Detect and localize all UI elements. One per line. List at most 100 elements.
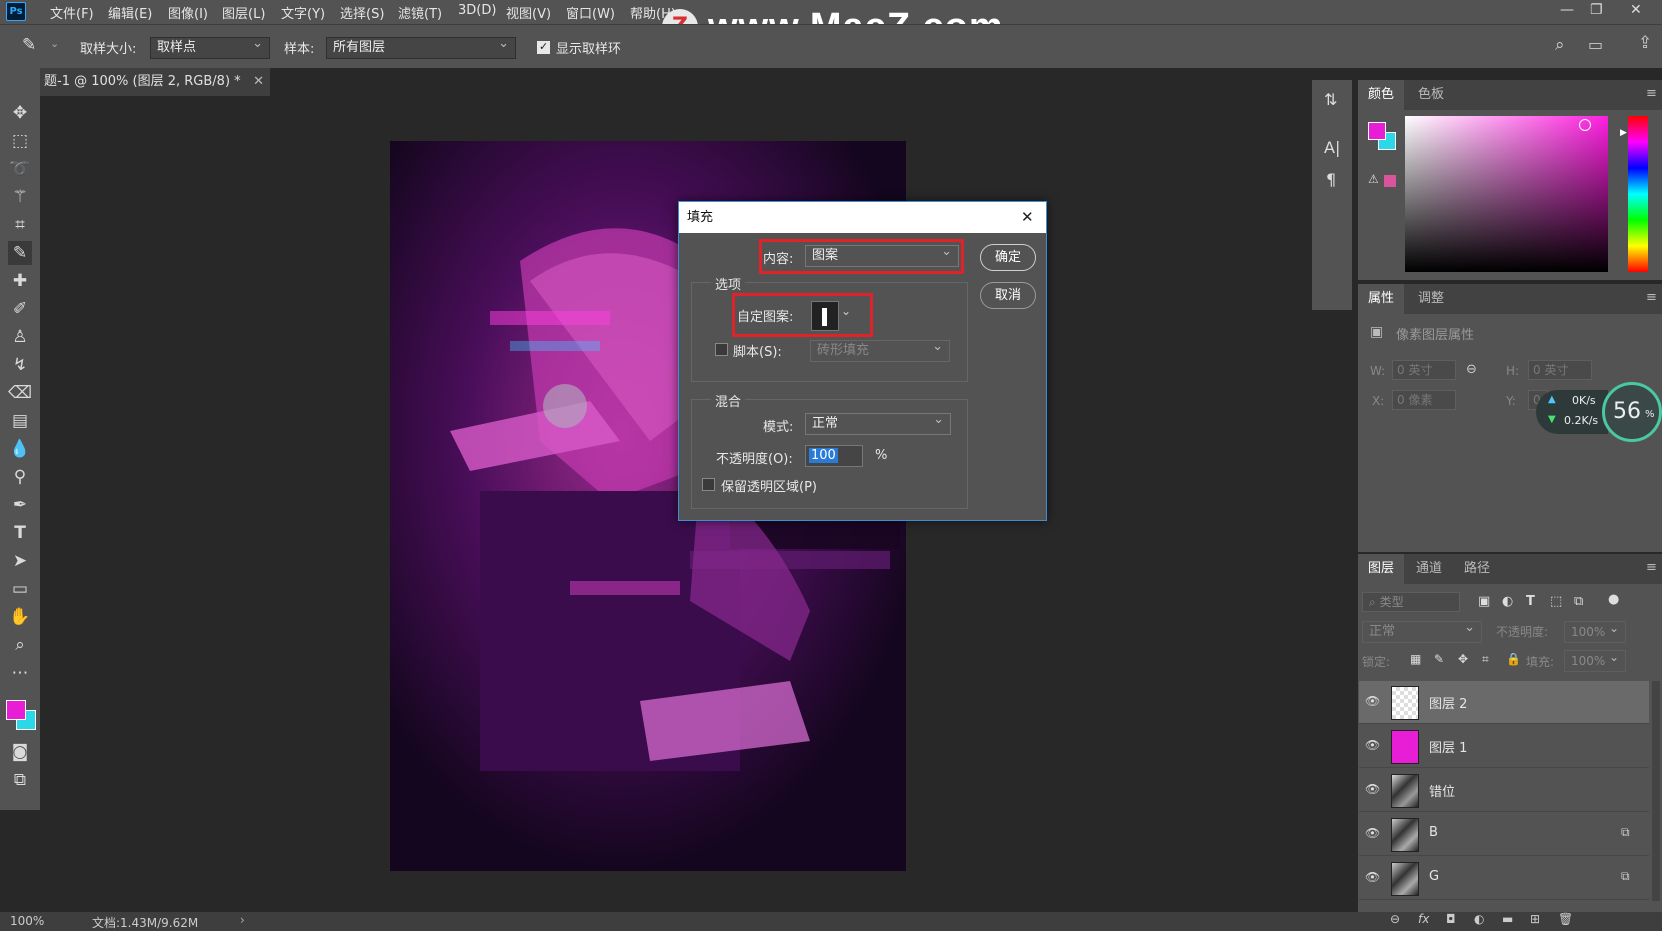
color-fg-swatch[interactable] [1368, 122, 1386, 140]
menu-type[interactable]: 文字(Y) [281, 3, 325, 22]
fx-icon[interactable]: fx [1418, 912, 1429, 926]
adjustment-layer-icon[interactable]: ◐ [1474, 912, 1484, 926]
layer-style-icon[interactable]: ⧉ [1621, 825, 1630, 840]
layers-menu-icon[interactable]: ≡ [1646, 560, 1657, 575]
close-tab-icon[interactable]: ✕ [253, 68, 264, 96]
magic-wand-tool-icon[interactable]: ⚚ [8, 185, 32, 209]
tab-properties[interactable]: 属性 [1358, 284, 1405, 314]
layers-scrollbar[interactable] [1652, 681, 1660, 901]
zoom-level[interactable]: 100% [10, 914, 44, 928]
move-tool-icon[interactable]: ✥ [8, 101, 32, 125]
sample-select[interactable]: 所有图层 [326, 35, 516, 59]
tool-preset-chevron-icon[interactable]: ⌄ [50, 37, 59, 50]
delete-layer-icon[interactable]: 🗑 [1558, 912, 1573, 926]
tab-paths[interactable]: 路径 [1454, 554, 1500, 584]
zoom-tool-icon[interactable]: ⌕ [8, 633, 32, 657]
ok-button[interactable]: 确定 [980, 244, 1036, 271]
pattern-swatch[interactable] [811, 301, 839, 331]
close-window-icon[interactable]: ✕ [1630, 2, 1642, 18]
color-field[interactable] [1405, 116, 1608, 272]
visibility-eye-icon[interactable]: 👁 [1365, 738, 1381, 752]
crop-tool-icon[interactable]: ⌗ [8, 213, 32, 237]
filter-toggle-icon[interactable]: ● [1608, 592, 1619, 607]
layer-row[interactable]: 👁 B ⧉ [1359, 813, 1649, 856]
layer-row[interactable]: 👁 图层 2 [1359, 681, 1649, 724]
screen-mode-icon[interactable]: ⧉ [8, 768, 32, 792]
hue-slider[interactable] [1628, 116, 1648, 272]
workspace-icon[interactable]: ▭ [1588, 35, 1603, 54]
fill-input[interactable]: 100% [1564, 648, 1626, 672]
menu-file[interactable]: 文件(F) [50, 3, 94, 22]
lock-position-icon[interactable]: ✥ [1458, 652, 1468, 666]
search-icon[interactable]: ⌕ [1555, 35, 1565, 55]
lock-artboard-icon[interactable]: ⌗ [1482, 652, 1489, 667]
sample-size-select[interactable]: 取样点 [150, 35, 270, 59]
layer-row[interactable]: 👁 错位 [1359, 769, 1649, 812]
new-layer-icon[interactable]: ⊞ [1530, 912, 1540, 926]
dodge-tool-icon[interactable]: ⚲ [8, 465, 32, 489]
foreground-color-swatch-top[interactable] [6, 700, 26, 720]
character-panel-icon[interactable]: A| [1324, 138, 1340, 157]
link-layers-icon[interactable]: ⊖ [1390, 912, 1400, 926]
preserve-transparency-checkbox[interactable] [702, 478, 715, 491]
lock-image-icon[interactable]: ✎ [1434, 652, 1444, 666]
quick-mask-icon[interactable]: ◙ [8, 740, 32, 764]
restore-icon[interactable]: ❐ [1590, 2, 1603, 18]
content-select[interactable]: 图案 [805, 243, 959, 267]
menu-edit[interactable]: 编辑(E) [108, 3, 152, 22]
layer-row[interactable]: 👁 G ⧉ [1359, 857, 1649, 900]
filter-smart-object-icon[interactable]: ⧉ [1574, 594, 1583, 609]
show-ring-checkbox[interactable] [537, 40, 550, 54]
w-input[interactable]: 0 英寸 [1392, 360, 1456, 380]
tab-channels[interactable]: 通道 [1406, 554, 1452, 584]
stamp-tool-icon[interactable]: ♙ [8, 325, 32, 349]
menu-view[interactable]: 视图(V) [506, 3, 551, 22]
link-icon[interactable]: ⊖ [1466, 362, 1477, 377]
menu-image[interactable]: 图像(I) [168, 3, 208, 22]
pattern-chevron-icon[interactable]: ⌄ [841, 304, 851, 318]
layer-style-icon[interactable]: ⧉ [1621, 869, 1630, 884]
history-panel-icon[interactable]: ⇅ [1324, 90, 1337, 109]
lock-all-icon[interactable]: 🔒 [1506, 652, 1521, 666]
tab-adjustments[interactable]: 调整 [1408, 284, 1454, 314]
document-tab[interactable]: 题-1 @ 100% (图层 2, RGB/8) * ✕ [40, 68, 270, 96]
tab-color[interactable]: 颜色 [1358, 80, 1405, 110]
eraser-tool-icon[interactable]: ⌫ [8, 381, 32, 405]
filter-type-icon[interactable]: T [1526, 594, 1535, 609]
share-icon[interactable]: ⇪ [1638, 33, 1652, 53]
brush-tool-icon[interactable]: ✐ [8, 297, 32, 321]
visibility-eye-icon[interactable]: 👁 [1365, 782, 1381, 796]
eyedropper-icon[interactable]: ✎ [22, 35, 36, 55]
tab-layers[interactable]: 图层 [1358, 554, 1405, 584]
status-menu-arrow-icon[interactable]: › [240, 913, 245, 927]
type-tool-icon[interactable]: T [8, 521, 32, 545]
menu-filter[interactable]: 滤镜(T) [398, 3, 442, 22]
tab-swatches[interactable]: 色板 [1408, 80, 1454, 110]
pen-tool-icon[interactable]: ✒ [8, 493, 32, 517]
path-selection-tool-icon[interactable]: ➤ [8, 549, 32, 573]
menu-window[interactable]: 窗口(W) [566, 3, 615, 22]
hand-tool-icon[interactable]: ✋ [8, 605, 32, 629]
add-mask-icon[interactable]: ◘ [1446, 912, 1456, 926]
filter-adjustment-icon[interactable]: ◐ [1502, 594, 1513, 609]
panel-menu-icon[interactable]: ≡ [1646, 86, 1657, 101]
dialog-close-icon[interactable]: ✕ [1021, 208, 1034, 226]
properties-menu-icon[interactable]: ≡ [1646, 290, 1657, 305]
x-input[interactable]: 0 像素 [1392, 390, 1456, 410]
blur-tool-icon[interactable]: 💧 [8, 437, 32, 461]
lock-transparent-icon[interactable]: ▦ [1410, 652, 1421, 666]
gamut-warning-icon[interactable]: ⚠ [1368, 172, 1379, 186]
visibility-eye-icon[interactable]: 👁 [1365, 870, 1381, 884]
new-group-icon[interactable]: ▬ [1502, 912, 1513, 926]
paragraph-panel-icon[interactable]: ¶ [1326, 170, 1336, 189]
lasso-tool-icon[interactable]: ➰ [8, 157, 32, 181]
rectangle-tool-icon[interactable]: ▭ [8, 577, 32, 601]
visibility-eye-icon[interactable]: 👁 [1365, 826, 1381, 840]
marquee-tool-icon[interactable]: ⬚ [8, 129, 32, 153]
menu-select[interactable]: 选择(S) [340, 3, 384, 22]
more-tools-icon[interactable]: ⋯ [8, 661, 32, 685]
gamut-swatch[interactable] [1384, 175, 1396, 187]
visibility-eye-icon[interactable]: 👁 [1365, 694, 1381, 708]
gradient-tool-icon[interactable]: ▤ [8, 409, 32, 433]
filter-shape-icon[interactable]: ⬚ [1550, 594, 1562, 609]
